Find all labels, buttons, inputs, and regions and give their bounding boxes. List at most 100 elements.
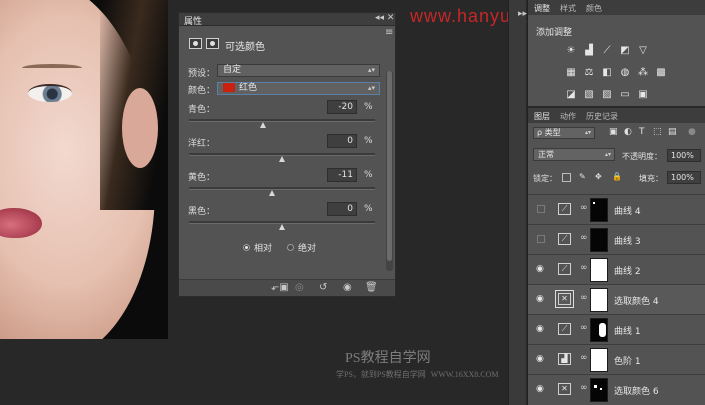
invert-icon[interactable]: ◪: [565, 89, 577, 100]
layer-row[interactable]: ◉ ✕ ∞ 选取颜色 6: [528, 374, 705, 404]
chain-link-icon[interactable]: ∞: [580, 353, 588, 363]
chain-link-icon[interactable]: ∞: [580, 383, 588, 393]
radio-relative-label[interactable]: 相对: [254, 241, 272, 254]
layer-mask-thumbnail[interactable]: [590, 198, 608, 222]
gradient-map-icon[interactable]: ▭: [619, 89, 631, 100]
filter-type-icon[interactable]: T: [639, 127, 645, 137]
cyan-slider-track[interactable]: [189, 119, 375, 128]
tab-styles[interactable]: 样式: [560, 3, 576, 14]
exposure-icon[interactable]: ◩: [619, 45, 631, 56]
properties-scrollbar-thumb[interactable]: [387, 71, 392, 261]
levels-icon[interactable]: ▟: [583, 45, 595, 56]
curves-icon[interactable]: ⟋: [601, 45, 613, 56]
properties-titlebar[interactable]: 属性 ◂◂ ✕ ≡: [179, 13, 395, 38]
opacity-field[interactable]: 100%: [667, 149, 701, 162]
cyan-slider-thumb[interactable]: [260, 122, 267, 128]
adjustment-layer-icon[interactable]: [189, 38, 202, 49]
color-select[interactable]: 红色 ▴▾: [217, 82, 380, 95]
fill-label: 填充：: [639, 174, 663, 183]
black-white-icon[interactable]: ◧: [601, 67, 613, 78]
filter-shape-icon[interactable]: ⬚: [653, 127, 662, 137]
black-slider-thumb[interactable]: [279, 224, 285, 230]
cyan-value-field[interactable]: -20: [327, 100, 357, 114]
delete-icon[interactable]: 🗑: [365, 282, 378, 293]
curves-adjustment-icon: ⟋: [558, 203, 571, 215]
filter-toggle-icon[interactable]: ●: [688, 127, 696, 137]
yellow-slider-thumb[interactable]: [268, 190, 275, 196]
magenta-value-field[interactable]: 0: [327, 134, 357, 148]
black-slider-track[interactable]: [189, 221, 375, 230]
properties-tab[interactable]: 属性: [184, 14, 202, 27]
visibility-toggle[interactable]: [537, 235, 545, 243]
visibility-icon[interactable]: ◉: [343, 282, 352, 293]
tab-history[interactable]: 历史记录: [586, 111, 618, 122]
magenta-slider-thumb[interactable]: [279, 156, 285, 162]
layer-row[interactable]: ◉ ⟋ ∞ 曲线 1: [528, 314, 705, 344]
blend-mode-select[interactable]: 正常 ▴▾: [533, 148, 615, 161]
lock-move-icon[interactable]: ✥: [595, 172, 602, 181]
threshold-icon[interactable]: ▨: [601, 89, 613, 100]
properties-scrollbar[interactable]: [386, 71, 393, 271]
layer-mask-thumbnail[interactable]: [590, 258, 608, 282]
eye-icon[interactable]: ◉: [536, 385, 546, 394]
layer-name: 色阶 1: [614, 357, 641, 367]
filter-adjustment-icon[interactable]: ◐: [624, 127, 632, 137]
color-lookup-icon[interactable]: ▩: [655, 67, 667, 78]
radio-absolute-label[interactable]: 绝对: [298, 241, 316, 254]
filter-pixel-icon[interactable]: ▣: [609, 127, 618, 137]
tab-layers[interactable]: 图层: [534, 111, 550, 122]
layer-mask-thumbnail[interactable]: [590, 378, 608, 402]
layer-row[interactable]: ◉ ⟋ ∞ 曲线 2: [528, 254, 705, 284]
layer-mask-icon[interactable]: [206, 38, 219, 49]
eye-icon[interactable]: ◉: [536, 265, 546, 274]
yellow-slider-track[interactable]: [189, 187, 375, 196]
layer-row[interactable]: ⟋ ∞ 曲线 3: [528, 224, 705, 254]
eye-icon[interactable]: ◉: [536, 355, 546, 364]
collapse-close-icon[interactable]: ◂◂ ✕: [375, 13, 394, 23]
tab-actions[interactable]: 动作: [560, 111, 576, 122]
color-balance-icon[interactable]: ⚖: [583, 67, 595, 78]
brightness-contrast-icon[interactable]: ☀: [565, 45, 577, 56]
chain-link-icon[interactable]: ∞: [580, 203, 588, 213]
channel-mixer-icon[interactable]: ⁂: [637, 67, 649, 78]
lock-all-icon[interactable]: 🔒: [612, 172, 622, 181]
layer-mask-thumbnail[interactable]: [590, 318, 608, 342]
layer-row[interactable]: ⟋ ∞ 曲线 4: [528, 194, 705, 224]
photo-filter-icon[interactable]: ◍: [619, 67, 631, 78]
eye-icon[interactable]: ◉: [536, 295, 546, 304]
layer-mask-thumbnail[interactable]: [590, 228, 608, 252]
lock-paint-icon[interactable]: ✎: [579, 172, 586, 181]
view-previous-icon[interactable]: ◎: [295, 282, 304, 293]
lock-transparent-icon[interactable]: [562, 173, 571, 182]
layer-row-selected[interactable]: ◉ ✕ ∞ 选取颜色 4: [528, 284, 705, 314]
tab-adjustments[interactable]: 调整: [534, 3, 550, 14]
magenta-slider-track[interactable]: [189, 153, 375, 162]
vibrance-icon[interactable]: ▽: [637, 45, 649, 56]
black-value-field[interactable]: 0: [327, 202, 357, 216]
fill-field[interactable]: 100%: [667, 171, 701, 184]
eye-icon[interactable]: ◉: [536, 325, 546, 334]
reset-icon[interactable]: ↺: [319, 282, 327, 293]
chain-link-icon[interactable]: ∞: [580, 233, 588, 243]
radio-absolute[interactable]: [287, 244, 294, 251]
layer-mask-thumbnail[interactable]: [590, 288, 608, 312]
tab-swatches[interactable]: 颜色: [586, 3, 602, 14]
radio-relative[interactable]: [243, 244, 250, 251]
selective-color-icon[interactable]: ▣: [637, 89, 649, 100]
expand-panels-icon[interactable]: ▸▸: [518, 9, 527, 19]
layer-row[interactable]: ◉ ▟ ∞ 色阶 1: [528, 344, 705, 374]
preset-select[interactable]: 自定 ▴▾: [217, 64, 380, 77]
dock-collapse-strip[interactable]: ▸▸: [508, 0, 527, 405]
layer-filter-select[interactable]: ρ 类型 ▴▾: [533, 127, 595, 139]
hue-saturation-icon[interactable]: ▦: [565, 67, 577, 78]
clip-to-layer-icon[interactable]: ⬐▣: [271, 282, 289, 293]
filter-smart-icon[interactable]: ▤: [668, 127, 677, 137]
visibility-toggle[interactable]: [537, 205, 545, 213]
posterize-icon[interactable]: ▧: [583, 89, 595, 100]
yellow-value-field[interactable]: -11: [327, 168, 357, 182]
chain-link-icon[interactable]: ∞: [580, 263, 588, 273]
chain-link-icon[interactable]: ∞: [580, 323, 588, 333]
layer-mask-thumbnail[interactable]: [590, 348, 608, 372]
chain-link-icon[interactable]: ∞: [580, 293, 588, 303]
selective-color-adjustment-icon[interactable]: ✕: [555, 290, 574, 308]
